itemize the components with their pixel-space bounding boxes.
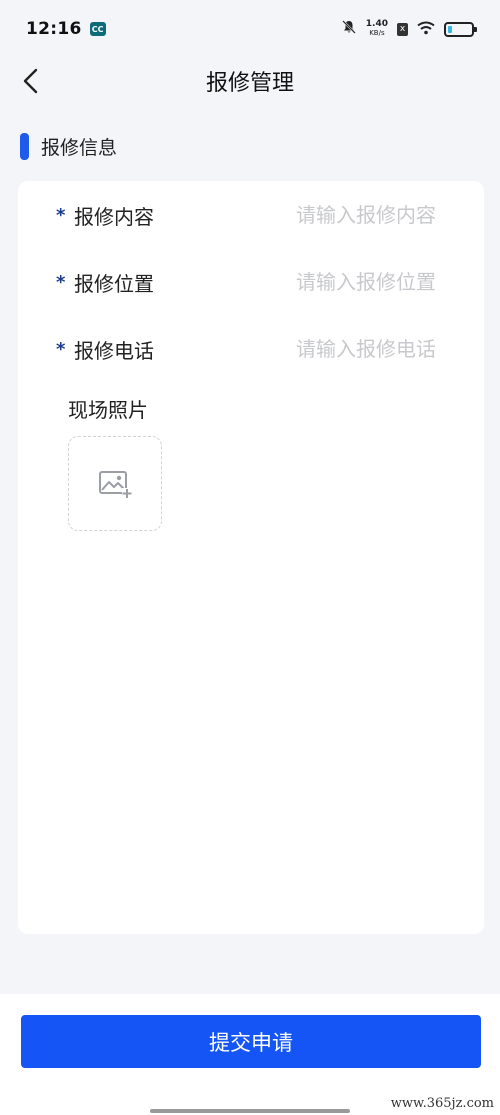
field-label-phone: 报修电话: [74, 338, 154, 363]
battery-level: [448, 25, 453, 33]
status-icons: 1.40 KB/s x: [341, 19, 477, 39]
photo-label: 现场照片: [68, 398, 148, 422]
sim-card-icon: x: [397, 22, 408, 36]
watermark: www.365jz.com: [390, 1096, 494, 1111]
field-label-location: 报修位置: [74, 271, 154, 296]
status-time: 12:16: [26, 19, 82, 39]
required-mark: *: [56, 204, 66, 226]
repair-content-input[interactable]: [216, 198, 436, 232]
battery-icon: [444, 21, 477, 37]
app-badge-icon: CC: [89, 22, 106, 36]
photo-upload-button[interactable]: [68, 436, 162, 531]
nav-bar: 报修管理: [0, 58, 500, 104]
repair-management-page: 12:16 CC 1.40 KB/s x 报修管理 报修信息 * 报修内容 请输…: [0, 0, 500, 1115]
form-row-content: * 报修内容: [18, 195, 484, 235]
field-label-content: 报修内容: [74, 204, 154, 229]
back-button[interactable]: [14, 64, 48, 98]
page-title: 报修管理: [205, 71, 294, 96]
image-add-icon: [99, 470, 132, 498]
net-speed-value: 1.40: [365, 19, 388, 29]
form-row-location: * 报修位置: [18, 262, 484, 302]
section-header: 报修信息: [20, 133, 117, 160]
repair-location-input[interactable]: [216, 265, 436, 299]
repair-form-card: * 报修内容 * 报修位置 * 报修电话 现场照片: [18, 181, 484, 934]
status-bar: 12:16 CC 1.40 KB/s x: [0, 0, 500, 58]
submit-button[interactable]: 提交申请: [21, 1015, 481, 1068]
mute-bell-icon: [341, 19, 357, 39]
section-title: 报修信息: [41, 137, 118, 159]
home-indicator[interactable]: [150, 1109, 350, 1113]
section-marker: [20, 133, 29, 160]
chevron-left-icon: [23, 68, 38, 94]
wifi-icon: [417, 20, 435, 39]
net-speed-unit: KB/s: [369, 29, 385, 37]
network-speed: 1.40 KB/s: [366, 20, 388, 38]
repair-phone-input[interactable]: [216, 332, 436, 366]
required-mark: *: [56, 338, 66, 360]
required-mark: *: [56, 271, 66, 293]
form-row-phone: * 报修电话: [18, 329, 484, 369]
